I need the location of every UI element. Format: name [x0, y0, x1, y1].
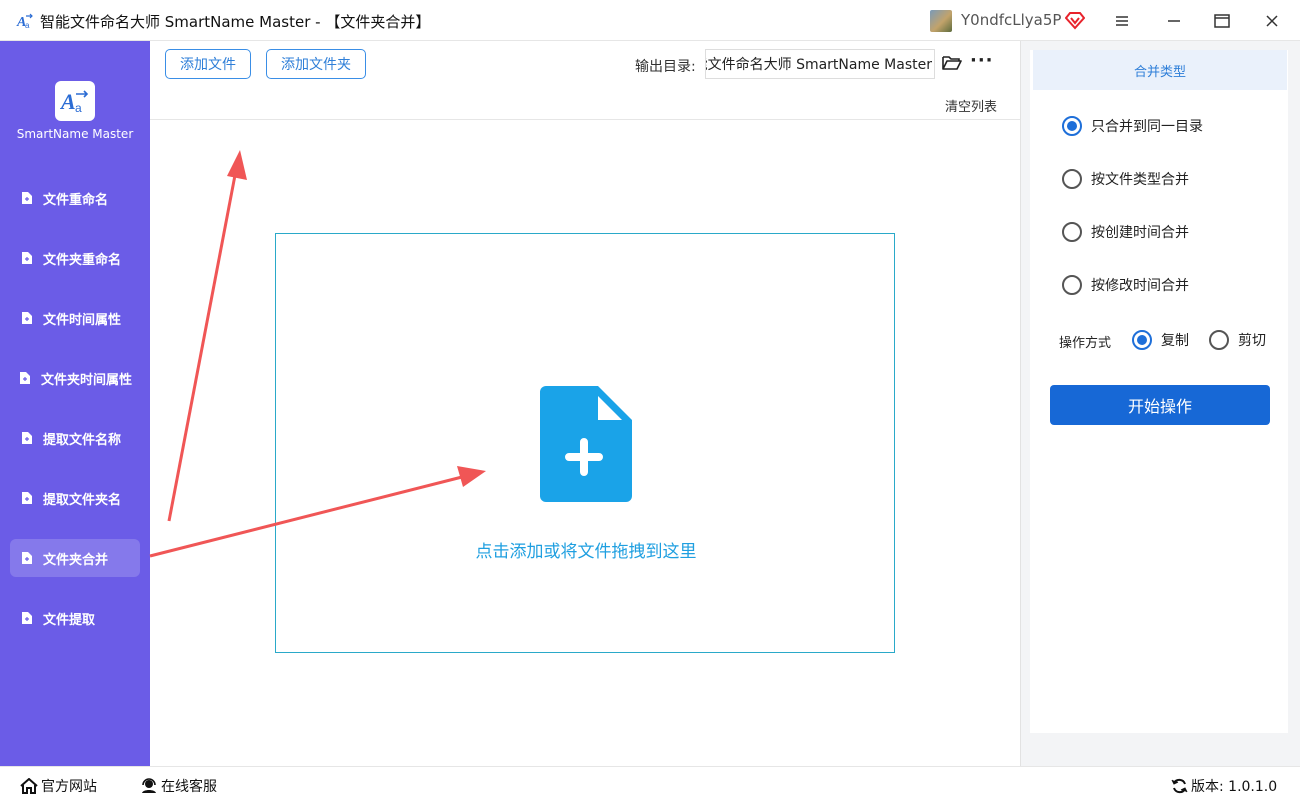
minimize-icon [1168, 20, 1180, 22]
operation-option-label: 剪切 [1238, 333, 1266, 349]
version-label: 版本: 1.0.1.0 [1191, 779, 1278, 795]
operation-cut[interactable]: 剪切 [1209, 328, 1266, 352]
document-icon [22, 492, 32, 504]
output-dir-label: 输出目录: [635, 59, 696, 75]
merge-option-by-created[interactable]: 按创建时间合并 [1062, 220, 1189, 244]
official-website-label: 官方网站 [41, 779, 97, 795]
radio-unchecked[interactable] [1062, 275, 1082, 295]
merge-option-by-modified[interactable]: 按修改时间合并 [1062, 273, 1189, 297]
sidebar-item-label: 提取文件名称 [43, 432, 122, 448]
sidebar-item-file-extract[interactable]: 文件提取 [10, 599, 140, 637]
document-icon [22, 192, 32, 204]
menu-button[interactable] [1108, 8, 1136, 34]
sidebar-item-file-rename[interactable]: 文件重命名 [10, 179, 140, 217]
folder-open-icon[interactable] [942, 54, 962, 72]
sidebar-item-label: 文件提取 [43, 612, 96, 628]
minimize-button[interactable] [1160, 8, 1188, 34]
document-icon [22, 312, 32, 324]
title-bar: A a 智能文件命名大师 SmartName Master - 【文件夹合并】 … [0, 0, 1300, 41]
sidebar-item-label: 文件时间属性 [43, 312, 122, 328]
document-icon [22, 552, 32, 564]
sidebar-item-label: 文件夹重命名 [43, 252, 122, 268]
official-website-link[interactable]: 官方网站 [20, 776, 97, 796]
username[interactable]: Y0ndfcLlya5P [961, 11, 1061, 29]
document-icon [22, 252, 32, 264]
output-dir-value: 智能文件命名大师 SmartName Master [706, 57, 932, 73]
sidebar-item-label: 文件夹时间属性 [41, 372, 133, 388]
document-icon [22, 612, 32, 624]
right-panel: 合并类型 只合并到同一目录 按文件类型合并 按创建时间合并 按修改时间合并 操作… [1030, 50, 1288, 733]
close-icon [1266, 15, 1278, 27]
status-bar: 官方网站 在线客服 版本: 1.0.1.0 [0, 766, 1300, 800]
svg-text:a: a [25, 21, 30, 30]
home-icon [20, 778, 38, 794]
operation-label: 操作方式 [1059, 336, 1112, 351]
svg-text:A: A [60, 89, 76, 114]
merge-option-by-type[interactable]: 按文件类型合并 [1062, 167, 1189, 191]
radio-checked[interactable] [1062, 116, 1082, 136]
close-button[interactable] [1258, 8, 1286, 34]
sidebar-item-extract-foldername[interactable]: 提取文件夹名 [10, 479, 140, 517]
window-title: 智能文件命名大师 SmartName Master - 【文件夹合并】 [40, 13, 431, 31]
drop-zone-hint: 点击添加或将文件拖拽到这里 [475, 542, 697, 562]
svg-text:a: a [75, 101, 82, 115]
clear-list-button[interactable]: 清空列表 [945, 96, 997, 115]
operation-option-label: 复制 [1161, 333, 1189, 349]
sidebar-item-label: 文件夹合并 [43, 552, 109, 568]
document-icon [20, 372, 30, 384]
sidebar-item-label: 文件重命名 [43, 192, 109, 208]
radio-unchecked[interactable] [1062, 222, 1082, 242]
more-options-button[interactable]: ··· [970, 50, 994, 71]
sidebar-item-folder-rename[interactable]: 文件夹重命名 [10, 239, 140, 277]
document-icon [22, 432, 32, 444]
sidebar-item-label: 提取文件夹名 [43, 492, 122, 508]
main-panel: 添加文件 添加文件夹 输出目录: 智能文件命名大师 SmartName Mast… [150, 41, 1020, 766]
online-support-label: 在线客服 [161, 779, 217, 795]
merge-option-label: 按文件类型合并 [1091, 172, 1189, 188]
add-file-button[interactable]: 添加文件 [165, 49, 251, 79]
maximize-button[interactable] [1208, 8, 1236, 34]
sidebar-item-extract-filename[interactable]: 提取文件名称 [10, 419, 140, 457]
merge-option-label: 只合并到同一目录 [1091, 119, 1203, 135]
logo-text: SmartName Master [16, 127, 134, 141]
user-avatar[interactable] [930, 10, 952, 32]
app-logo: A a [55, 81, 95, 121]
radio-unchecked[interactable] [1209, 330, 1229, 350]
menu-icon [1116, 16, 1128, 26]
merge-option-label: 按创建时间合并 [1091, 225, 1189, 241]
online-support-link[interactable]: 在线客服 [140, 776, 217, 796]
sidebar-item-file-time[interactable]: 文件时间属性 [10, 299, 140, 337]
radio-checked[interactable] [1132, 330, 1152, 350]
merge-type-header: 合并类型 [1033, 50, 1287, 90]
refresh-icon [1171, 778, 1188, 794]
version-info[interactable]: 版本: 1.0.1.0 [1171, 776, 1277, 796]
radio-unchecked[interactable] [1062, 169, 1082, 189]
divider [150, 119, 1020, 120]
merge-option-label: 按修改时间合并 [1091, 278, 1189, 294]
output-dir-field[interactable]: 智能文件命名大师 SmartName Master [705, 49, 935, 79]
file-drop-zone[interactable]: 点击添加或将文件拖拽到这里 [275, 233, 895, 653]
maximize-icon [1214, 14, 1230, 28]
sidebar-item-folder-time[interactable]: 文件夹时间属性 [10, 359, 140, 397]
merge-option-same-dir[interactable]: 只合并到同一目录 [1062, 114, 1203, 138]
add-folder-button[interactable]: 添加文件夹 [266, 49, 366, 79]
start-button[interactable]: 开始操作 [1050, 385, 1270, 425]
sidebar: A a SmartName Master 文件重命名 文件夹重命名 文件时间属性… [0, 41, 150, 766]
operation-copy[interactable]: 复制 [1132, 328, 1189, 352]
add-file-icon [540, 386, 632, 502]
app-logo-icon: A a [16, 13, 33, 30]
support-agent-icon [142, 778, 156, 793]
vip-diamond-icon[interactable] [1065, 10, 1085, 30]
sidebar-item-folder-merge[interactable]: 文件夹合并 [10, 539, 140, 577]
app-logo-icon: A a [60, 89, 89, 115]
